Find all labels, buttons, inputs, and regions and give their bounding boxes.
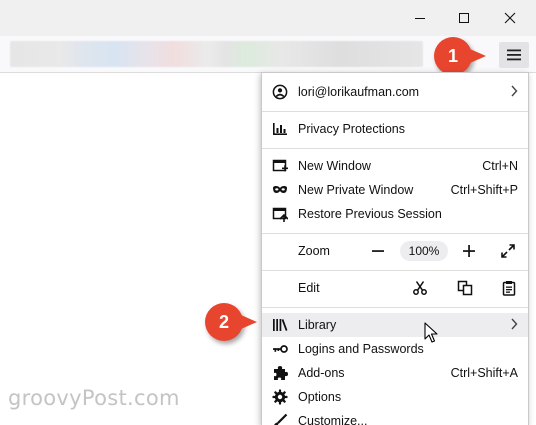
app-menu-panel: lori@lorikaufman.com Privacy Protections… xyxy=(261,72,529,425)
mouse-cursor xyxy=(424,322,438,349)
restore-session-label: Restore Previous Session xyxy=(298,207,442,221)
logins-passwords-item[interactable]: Logins and Passwords xyxy=(262,337,528,361)
clipboard-icon xyxy=(502,281,516,296)
privacy-protections-item[interactable]: Privacy Protections xyxy=(262,117,528,141)
gear-icon xyxy=(272,389,288,405)
window-titlebar xyxy=(0,0,536,36)
watermark: groovyPost.com xyxy=(8,386,180,410)
copy-button[interactable] xyxy=(456,279,474,297)
new-private-window-item[interactable]: New Private Window Ctrl+Shift+P xyxy=(262,178,528,202)
library-label: Library xyxy=(298,318,337,332)
step-2-number: 2 xyxy=(218,311,229,332)
maximize-icon xyxy=(459,13,469,23)
zoom-label: Zoom xyxy=(298,244,330,258)
menu-separator xyxy=(262,270,528,271)
step-1-number: 1 xyxy=(447,45,458,66)
minus-icon xyxy=(372,250,384,252)
menu-separator xyxy=(262,111,528,112)
account-item[interactable]: lori@lorikaufman.com xyxy=(262,80,528,104)
customize-item[interactable]: Customize... xyxy=(262,409,528,425)
chevron-right-icon xyxy=(510,85,518,100)
logins-passwords-label: Logins and Passwords xyxy=(298,342,424,356)
addons-label: Add-ons xyxy=(298,366,345,380)
restore-session-icon xyxy=(272,206,288,222)
key-icon xyxy=(272,341,288,357)
paintbrush-icon xyxy=(272,413,288,425)
new-window-item[interactable]: New Window Ctrl+N xyxy=(262,154,528,178)
step-1-callout: 1 xyxy=(434,37,486,75)
cut-button[interactable] xyxy=(411,279,429,297)
zoom-reset-button[interactable]: 100% xyxy=(400,241,448,261)
chart-icon xyxy=(272,121,288,137)
new-window-label: New Window xyxy=(298,159,371,173)
restore-session-item[interactable]: Restore Previous Session xyxy=(262,202,528,226)
minimize-icon xyxy=(415,18,425,19)
account-icon xyxy=(272,84,288,100)
menu-separator xyxy=(262,307,528,308)
zoom-level: 100% xyxy=(408,244,440,258)
customize-label: Customize... xyxy=(298,414,368,425)
new-private-window-shortcut: Ctrl+Shift+P xyxy=(450,183,518,197)
zoom-row: Zoom xyxy=(262,239,528,263)
open-menu-button[interactable] xyxy=(499,42,529,68)
chevron-right-icon xyxy=(510,318,518,333)
new-window-icon xyxy=(272,158,288,174)
account-email: lori@lorikaufman.com xyxy=(298,85,420,99)
zoom-out-button[interactable] xyxy=(368,241,388,261)
edit-row: Edit xyxy=(262,276,528,300)
scissors-icon xyxy=(413,281,427,295)
step-2-callout: 2 xyxy=(205,303,257,341)
zoom-in-button[interactable] xyxy=(459,241,479,261)
addons-item[interactable]: Add-ons Ctrl+Shift+A xyxy=(262,361,528,385)
fullscreen-button[interactable] xyxy=(498,241,518,261)
address-bar[interactable] xyxy=(10,41,423,67)
plus-icon xyxy=(463,245,475,257)
minimize-button[interactable] xyxy=(398,0,442,36)
new-private-window-label: New Private Window xyxy=(298,183,414,197)
options-item[interactable]: Options xyxy=(262,385,528,409)
close-icon xyxy=(504,12,516,24)
library-icon xyxy=(272,317,288,333)
close-button[interactable] xyxy=(488,0,532,36)
fullscreen-icon xyxy=(501,244,515,258)
puzzle-piece-icon xyxy=(272,365,288,381)
menu-separator xyxy=(262,233,528,234)
private-mask-icon xyxy=(272,182,288,198)
maximize-button[interactable] xyxy=(442,0,486,36)
privacy-protections-label: Privacy Protections xyxy=(298,122,405,136)
edit-label: Edit xyxy=(298,281,320,295)
addons-shortcut: Ctrl+Shift+A xyxy=(450,366,518,380)
menu-separator xyxy=(262,148,528,149)
arrow-cursor-icon xyxy=(424,322,438,343)
paste-button[interactable] xyxy=(500,279,518,297)
new-window-shortcut: Ctrl+N xyxy=(482,159,518,173)
library-item[interactable]: Library xyxy=(262,313,528,337)
hamburger-icon xyxy=(507,49,521,61)
options-label: Options xyxy=(298,390,342,404)
copy-icon xyxy=(457,280,473,296)
